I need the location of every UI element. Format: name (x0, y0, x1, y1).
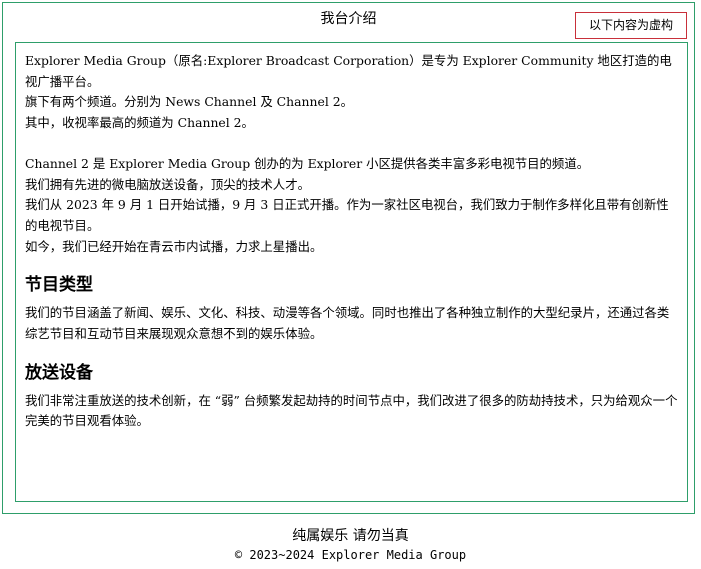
fiction-notice-badge: 以下内容为虚构 (575, 12, 687, 39)
channel2-line: Channel 2 是 Explorer Media Group 创办的为 Ex… (25, 155, 590, 171)
programs-heading: 节目类型 (25, 275, 93, 296)
intro-line: 旗下有两个频道。分别为 News Channel 及 Channel 2。 (25, 94, 354, 110)
intro-line: Explorer Media Group（原名:Explorer Broadca… (25, 53, 672, 89)
footer-slogan: 纯属娱乐 请勿当真 (292, 528, 409, 544)
intro-section: Explorer Media Group（原名:Explorer Broadca… (25, 51, 678, 134)
channel2-section: Channel 2 是 Explorer Media Group 创办的为 Ex… (25, 154, 678, 258)
channel2-line: 我们拥有先进的微电脑放送设备，顶尖的技术人才。 (25, 176, 310, 192)
channel2-line: 如今，我们已经开始在青云市内试播，力求上星播出。 (25, 238, 323, 254)
page-frame: 我台介绍 以下内容为虚构 Explorer Media Group（原名:Exp… (2, 2, 695, 514)
equipment-heading: 放送设备 (25, 362, 93, 383)
programs-text: 我们的节目涵盖了新闻、娱乐、文化、科技、动漫等各个领域。同时也推出了各种独立制作… (25, 305, 670, 342)
intro-line: 其中，收视率最高的频道为 Channel 2。 (25, 115, 254, 131)
footer-copyright: © 2023~2024 Explorer Media Group (234, 548, 467, 562)
content-panel: Explorer Media Group（原名:Explorer Broadca… (15, 42, 688, 502)
footer: 纯属娱乐 请勿当真 © 2023~2024 Explorer Media Gro… (0, 526, 701, 563)
channel2-line: 我们从 2023 年 9 月 1 日开始试播，9 月 3 日正式开播。作为一家社… (25, 197, 669, 233)
equipment-text: 我们非常注重放送的技术创新，在 “弱” 台频繁发起劫持的时间节点中，我们改进了很… (25, 392, 678, 429)
